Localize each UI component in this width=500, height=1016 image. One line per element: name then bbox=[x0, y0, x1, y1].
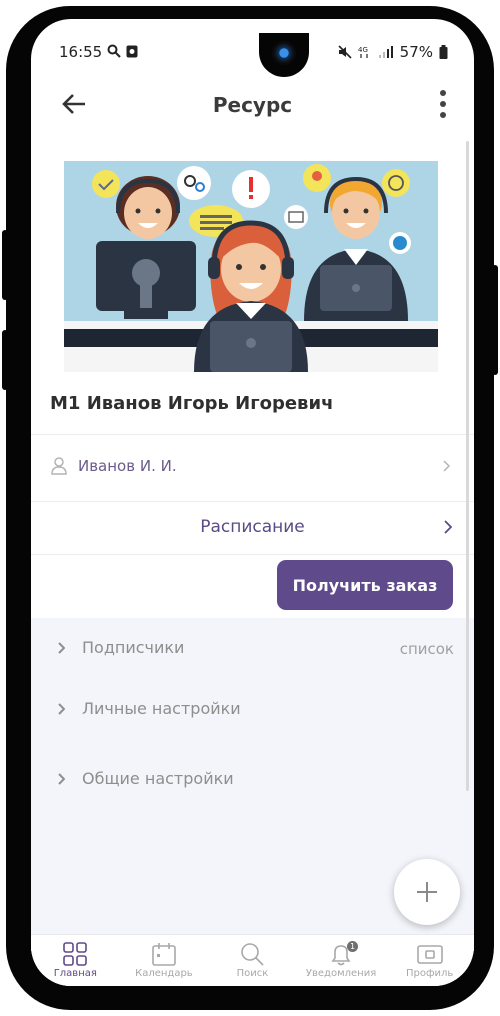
nav-search[interactable]: Поиск bbox=[208, 935, 297, 986]
nav-search-label: Поиск bbox=[236, 968, 269, 979]
page-title: Ресурс bbox=[212, 93, 293, 117]
subscribers-item[interactable]: Подписчики список bbox=[31, 632, 474, 666]
personal-settings-item[interactable]: Личные настройки bbox=[31, 693, 474, 727]
personal-settings-label: Личные настройки bbox=[82, 699, 241, 718]
scrollbar[interactable] bbox=[466, 141, 469, 791]
nav-profile[interactable]: Профиль bbox=[385, 935, 474, 986]
user-icon bbox=[51, 457, 67, 475]
chevron-right-icon bbox=[58, 773, 65, 785]
nav-notifications-label: Уведомления bbox=[305, 968, 377, 979]
volume-button bbox=[2, 230, 8, 300]
chevron-right-icon bbox=[58, 642, 65, 654]
id-card-icon bbox=[416, 945, 443, 964]
screen: 16:55 4G 57% Ресурс М1 Иванов Игорь Игор… bbox=[31, 19, 474, 986]
mute-icon bbox=[338, 45, 352, 59]
resource-illustration bbox=[64, 161, 438, 372]
status-right: 4G 57% bbox=[338, 43, 448, 61]
subscribers-list-link[interactable]: список bbox=[400, 640, 454, 658]
schedule-row[interactable]: Расписание bbox=[31, 502, 474, 554]
content: М1 Иванов Игорь Игоревич Иванов И. И. Ра… bbox=[31, 131, 474, 951]
owner-row[interactable]: Иванов И. И. bbox=[31, 435, 474, 501]
chevron-right-icon bbox=[58, 703, 65, 715]
app-status-icon bbox=[126, 43, 138, 61]
nav-home[interactable]: Главная bbox=[31, 935, 120, 986]
calendar-icon bbox=[152, 943, 176, 966]
back-arrow-icon[interactable] bbox=[61, 91, 87, 117]
search-status-icon bbox=[107, 43, 126, 61]
owner-name: Иванов И. И. bbox=[78, 457, 177, 475]
status-time-group: 16:55 bbox=[59, 43, 138, 61]
app-bar: Ресурс bbox=[31, 79, 474, 131]
status-time: 16:55 bbox=[59, 43, 103, 61]
schedule-label: Расписание bbox=[200, 517, 305, 537]
more-vert-icon[interactable] bbox=[438, 89, 448, 119]
network-4g-icon: 4G bbox=[358, 46, 368, 58]
battery-percent: 57% bbox=[399, 43, 433, 61]
battery-icon bbox=[439, 45, 448, 59]
notification-badge: 1 bbox=[347, 941, 359, 952]
nav-notifications[interactable]: 1 Уведомления bbox=[297, 935, 386, 986]
chevron-right-icon bbox=[444, 520, 452, 534]
nav-calendar-label: Календарь bbox=[135, 968, 193, 979]
nav-profile-label: Профиль bbox=[406, 968, 454, 979]
general-settings-item[interactable]: Общие настройки bbox=[31, 763, 474, 797]
search-icon bbox=[241, 943, 265, 966]
general-settings-label: Общие настройки bbox=[82, 769, 234, 788]
divider bbox=[31, 554, 474, 555]
side-button-right bbox=[492, 265, 498, 375]
resource-name: М1 Иванов Игорь Игоревич bbox=[50, 393, 334, 414]
get-order-button[interactable]: Получить заказ bbox=[277, 560, 453, 610]
status-bar: 16:55 4G 57% bbox=[31, 19, 474, 79]
bottom-nav: Главная Календарь Поиск 1 Уведомления Пр… bbox=[31, 934, 474, 986]
svg-text:4G: 4G bbox=[358, 46, 368, 54]
chevron-right-icon bbox=[443, 460, 450, 472]
nav-home-label: Главная bbox=[53, 968, 97, 979]
power-button bbox=[2, 330, 8, 390]
add-button[interactable] bbox=[394, 859, 460, 925]
subscribers-label: Подписчики bbox=[82, 638, 185, 657]
signal-icon bbox=[378, 46, 393, 58]
nav-calendar[interactable]: Календарь bbox=[120, 935, 209, 986]
plus-icon bbox=[417, 882, 437, 902]
grid-icon bbox=[63, 942, 88, 966]
